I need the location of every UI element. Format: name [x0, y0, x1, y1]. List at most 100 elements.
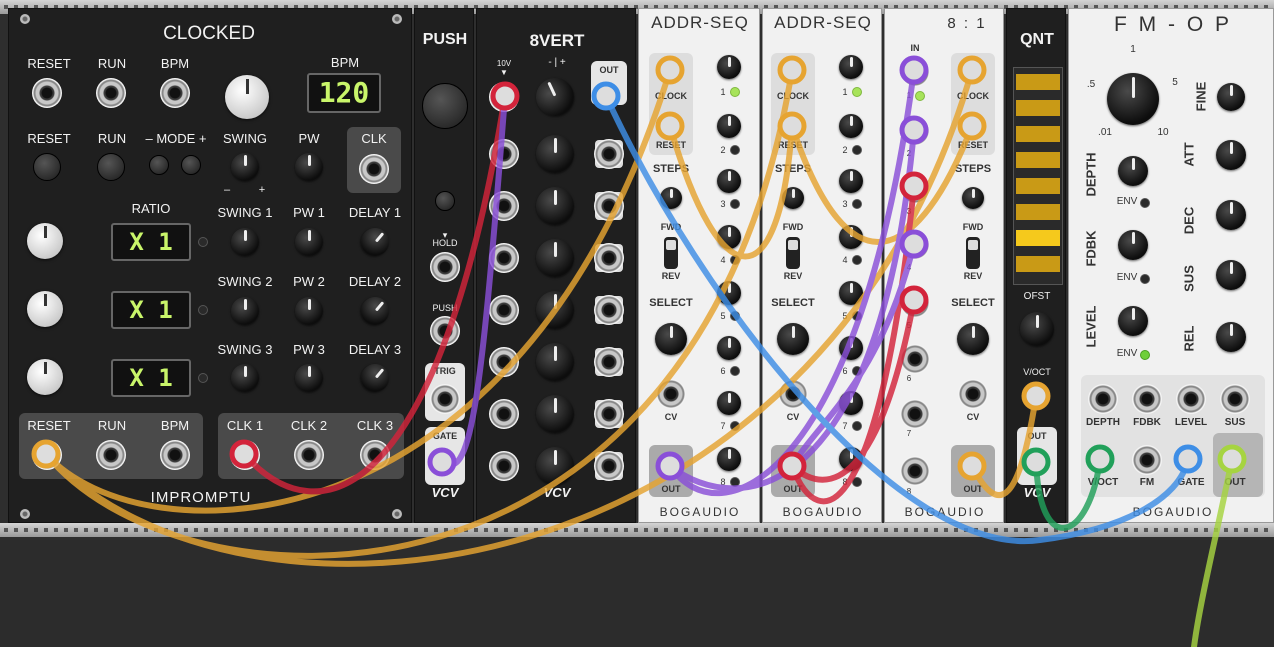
bpm-knob[interactable]	[225, 75, 269, 119]
pw-knob[interactable]	[295, 153, 323, 181]
input-jack-5[interactable]	[489, 295, 519, 325]
bpm-output-jack[interactable]	[160, 440, 190, 470]
mode-minus-button[interactable]	[149, 155, 169, 175]
gain-knob-1[interactable]	[529, 71, 581, 123]
bpm-input-jack[interactable]	[160, 78, 190, 108]
decay-knob[interactable]	[1216, 200, 1246, 230]
input-jack-8[interactable]	[900, 456, 930, 486]
input-jack-2[interactable]	[900, 116, 930, 146]
input-jack-8[interactable]	[489, 451, 519, 481]
swing-1-knob[interactable]	[231, 228, 259, 256]
fm-input-jack[interactable]	[1132, 445, 1162, 475]
push-input-jack[interactable]	[430, 316, 460, 346]
step-8-knob[interactable]	[839, 447, 863, 471]
trig-output-jack[interactable]	[430, 384, 460, 414]
gain-knob-6[interactable]	[536, 343, 574, 381]
hold-input-jack[interactable]	[430, 252, 460, 282]
gain-knob-4[interactable]	[536, 239, 574, 277]
note-key[interactable]	[1016, 152, 1060, 168]
step-4-knob[interactable]	[717, 225, 741, 249]
frequency-ratio-knob[interactable]	[1107, 73, 1159, 125]
direction-switch[interactable]	[786, 237, 800, 269]
run-button[interactable]	[97, 153, 125, 181]
step-5-knob[interactable]	[717, 281, 741, 305]
hold-button[interactable]	[435, 191, 455, 211]
run-input-jack[interactable]	[96, 78, 126, 108]
gain-knob-5[interactable]	[536, 291, 574, 329]
note-key[interactable]	[1016, 230, 1060, 246]
step-3-knob[interactable]	[717, 169, 741, 193]
step-7-knob[interactable]	[839, 391, 863, 415]
step-5-knob[interactable]	[839, 281, 863, 305]
clk-output-jack[interactable]	[359, 154, 389, 184]
input-jack-3[interactable]	[489, 191, 519, 221]
input-jack-6[interactable]	[900, 344, 930, 374]
step-4-knob[interactable]	[839, 225, 863, 249]
input-jack-5[interactable]	[900, 288, 930, 318]
run-output-jack[interactable]	[96, 440, 126, 470]
direction-switch[interactable]	[966, 237, 980, 269]
step-8-knob[interactable]	[717, 447, 741, 471]
swing-2-knob[interactable]	[231, 297, 259, 325]
gain-knob-3[interactable]	[536, 187, 574, 225]
output-jack-2[interactable]	[594, 139, 624, 169]
steps-knob[interactable]	[660, 187, 682, 209]
output-jack-8[interactable]	[594, 451, 624, 481]
note-key[interactable]	[1016, 204, 1060, 220]
level-knob[interactable]	[1118, 306, 1148, 336]
ratio-2-knob[interactable]	[27, 291, 63, 327]
select-knob[interactable]	[655, 323, 687, 355]
sustain-knob[interactable]	[1216, 260, 1246, 290]
step-1-knob[interactable]	[839, 55, 863, 79]
steps-knob[interactable]	[782, 187, 804, 209]
input-jack-4[interactable]	[489, 243, 519, 273]
ratio-3-knob[interactable]	[27, 359, 63, 395]
output-jack-4[interactable]	[594, 243, 624, 273]
pw-2-knob[interactable]	[295, 297, 323, 325]
level-cv-jack[interactable]	[1176, 384, 1206, 414]
select-knob[interactable]	[777, 323, 809, 355]
delay-3-knob[interactable]	[355, 358, 395, 398]
clk3-output-jack[interactable]	[360, 440, 390, 470]
select-knob[interactable]	[957, 323, 989, 355]
ratio-1-knob[interactable]	[27, 223, 63, 259]
cv-input-jack[interactable]	[958, 379, 988, 409]
steps-knob[interactable]	[962, 187, 984, 209]
input-jack-6[interactable]	[489, 347, 519, 377]
pw-1-knob[interactable]	[295, 228, 323, 256]
note-key[interactable]	[1016, 100, 1060, 116]
input-jack-1[interactable]	[489, 82, 519, 112]
depth-knob[interactable]	[1118, 156, 1148, 186]
attack-knob[interactable]	[1216, 140, 1246, 170]
input-jack-1[interactable]	[900, 57, 930, 87]
note-key[interactable]	[1016, 178, 1060, 194]
step-1-knob[interactable]	[717, 55, 741, 79]
release-knob[interactable]	[1216, 322, 1246, 352]
input-jack-7[interactable]	[900, 399, 930, 429]
note-key[interactable]	[1016, 126, 1060, 142]
clk1-output-jack[interactable]	[230, 440, 260, 470]
gain-knob-8[interactable]	[536, 447, 574, 485]
input-jack-4[interactable]	[900, 230, 930, 260]
note-key[interactable]	[1016, 74, 1060, 90]
swing-knob[interactable]	[231, 153, 259, 181]
step-3-knob[interactable]	[839, 169, 863, 193]
delay-1-knob[interactable]	[355, 222, 395, 262]
output-jack-7[interactable]	[594, 399, 624, 429]
note-keyboard[interactable]	[1013, 67, 1063, 285]
offset-knob[interactable]	[1020, 312, 1054, 346]
mode-plus-button[interactable]	[181, 155, 201, 175]
feedback-knob[interactable]	[1118, 230, 1148, 260]
reset-output-jack[interactable]	[32, 440, 62, 470]
input-jack-3[interactable]	[900, 174, 930, 204]
output-jack-5[interactable]	[594, 295, 624, 325]
direction-switch[interactable]	[664, 237, 678, 269]
note-key[interactable]	[1016, 256, 1060, 272]
pw-3-knob[interactable]	[295, 364, 323, 392]
step-2-knob[interactable]	[717, 114, 741, 138]
gain-knob-7[interactable]	[536, 395, 574, 433]
clk2-output-jack[interactable]	[294, 440, 324, 470]
step-6-knob[interactable]	[839, 336, 863, 360]
input-jack-7[interactable]	[489, 399, 519, 429]
sus-cv-jack[interactable]	[1220, 384, 1250, 414]
